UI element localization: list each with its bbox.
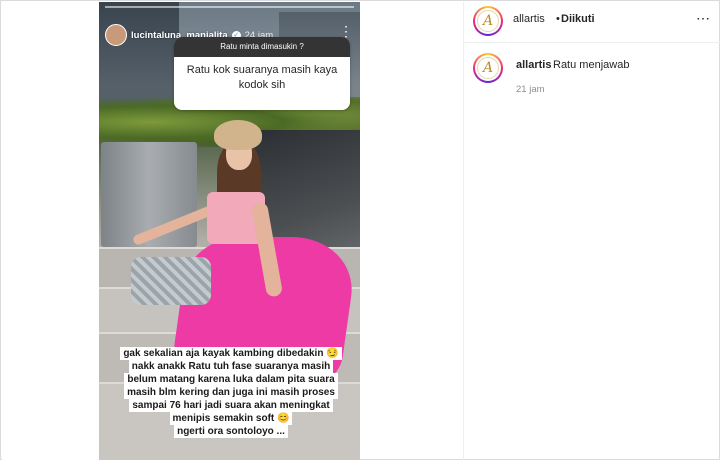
question-body: Ratu kok suaranya masih kaya kodok sih: [186, 64, 338, 91]
avatar-logo-letter: A: [477, 10, 499, 32]
author-avatar[interactable]: A: [473, 6, 503, 36]
more-options-icon[interactable]: ⋯: [696, 10, 711, 27]
separator-dot: •: [556, 13, 560, 25]
panel-divider: [463, 2, 464, 460]
question-sticker: Ratu minta dimasukin ? Ratu kok suaranya…: [174, 37, 350, 110]
post-header: A allartis • Diikuti ⋯: [464, 2, 720, 43]
answer-line: nakk anakk Ratu tuh fase suaranya masih: [128, 360, 334, 373]
answer-caption: gak sekalian aja kayak kambing dibedakin…: [117, 347, 345, 438]
question-header: Ratu minta dimasukin ?: [174, 37, 350, 57]
story-progress-bar: [105, 6, 354, 8]
answer-line: sampai 76 hari jadi suara akan meningkat: [129, 399, 333, 412]
comment-username[interactable]: allartis: [516, 59, 551, 71]
answer-line: belum matang karena luka dalam pita suar…: [124, 373, 338, 386]
answer-line: gak sekalian aja kayak kambing dibedakin…: [120, 347, 342, 360]
comment-avatar[interactable]: A: [473, 53, 503, 83]
story-avatar[interactable]: [105, 24, 127, 46]
left-margin: [2, 2, 99, 460]
comment-timestamp[interactable]: 21 jam: [516, 84, 545, 95]
author-username[interactable]: allartis: [513, 13, 545, 25]
answer-line: ngerti ora sontoloyo ...: [174, 425, 288, 438]
answer-line: menipis semakin soft 😊: [169, 412, 293, 425]
comment-avatar-letter: A: [477, 57, 499, 79]
answer-line: masih blm kering dan juga ini masih pros…: [124, 386, 338, 399]
post-window: lucintaluna_manjalita ✓ 24 jam ⋮ Ratu mi…: [0, 0, 720, 460]
figure-handbag: [131, 257, 211, 305]
figure-bucket-hat: [214, 120, 262, 150]
follow-status-button[interactable]: Diikuti: [561, 13, 595, 25]
comment-text: Ratu menjawab: [553, 59, 630, 71]
